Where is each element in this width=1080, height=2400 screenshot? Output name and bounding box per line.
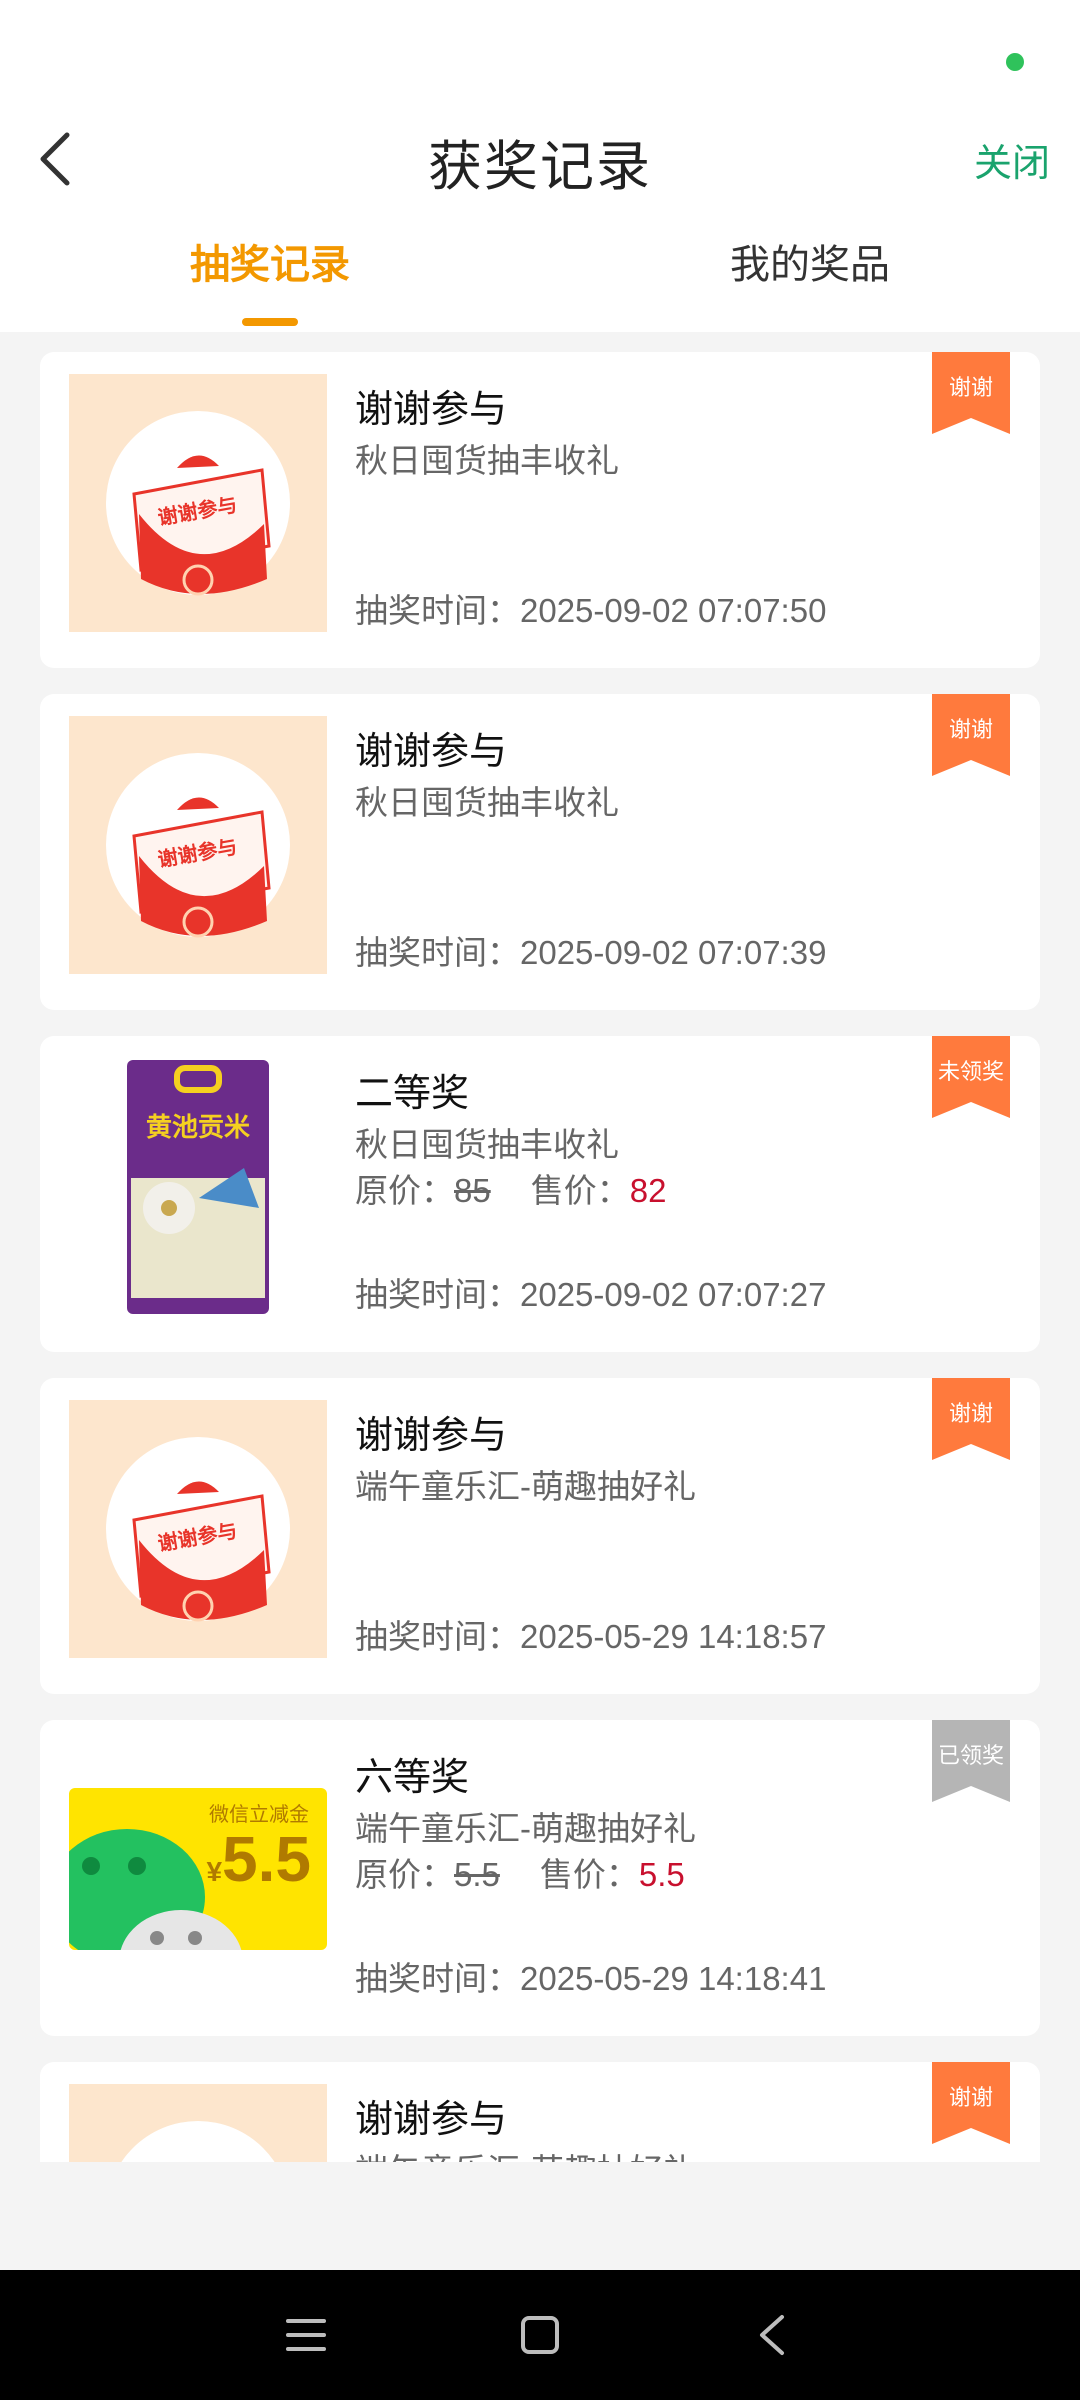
activity-name: 端午童乐汇-萌趣抽好礼: [355, 1810, 696, 1847]
draw-time: 抽奖时间：2025-09-02 07:07:39: [355, 934, 827, 971]
system-nav-bar: [0, 2270, 1080, 2400]
status-badge-label: 谢谢: [948, 717, 993, 742]
close-button[interactable]: 关闭: [974, 132, 1050, 187]
sale-price-label: 售价：: [539, 1856, 639, 1893]
status-badge: 谢谢: [932, 352, 1010, 434]
record-card[interactable]: 谢谢参与 谢谢参与 端午童乐汇-萌趣抽好礼 抽奖时间：2025-05-29 14…: [40, 1378, 1040, 1694]
status-bar: [0, 0, 1080, 110]
original-price-label: 原价：: [355, 1172, 454, 1209]
record-list[interactable]: 谢谢参与 谢谢参与 秋日囤货抽丰收礼 抽奖时间：2025-09-02 07:07…: [0, 332, 1080, 2162]
home-square-icon: [521, 2316, 559, 2354]
home-button[interactable]: [505, 2300, 575, 2370]
sale-price-label: 售价：: [530, 1172, 630, 1209]
status-badge-label: 未领奖: [937, 1059, 1004, 1084]
system-back-button[interactable]: [737, 2300, 807, 2370]
record-card[interactable]: 微信立减金 ¥5.5 六等奖 端午童乐汇-萌趣抽好礼 原价：5.5 售价：5.5 …: [40, 1720, 1040, 2036]
menu-icon: [286, 2319, 326, 2351]
status-badge: 未领奖: [932, 1036, 1010, 1118]
thanks-participation-icon: 谢谢参与: [69, 716, 327, 974]
price-row: 原价：5.5 售价：5.5: [355, 1848, 685, 1896]
rice-bag-image: 黄池贡米: [69, 1058, 327, 1316]
prize-title: 二等奖: [355, 1073, 470, 1115]
draw-time: 抽奖时间：2025-05-29 14:18:57: [355, 1618, 827, 1655]
price-row: 原价：85 售价：82: [355, 1164, 666, 1212]
activity-name: 秋日囤货抽丰收礼: [355, 1126, 619, 1163]
tab-bar: 抽奖记录 我的奖品: [0, 232, 1080, 332]
activity-name: 秋日囤货抽丰收礼: [355, 442, 619, 479]
record-card[interactable]: 谢谢参与 端午童乐汇-萌趣抽好礼 谢谢: [40, 2062, 1040, 2162]
prize-title: 谢谢参与: [355, 2099, 508, 2141]
status-badge: 谢谢: [932, 2062, 1010, 2144]
activity-name: 端午童乐汇-萌趣抽好礼: [355, 1468, 696, 1505]
activity-name: 端午童乐汇-萌趣抽好礼: [355, 2144, 696, 2162]
coupon-amount: ¥5.5: [206, 1823, 311, 1895]
prize-title: 谢谢参与: [355, 1415, 508, 1457]
status-badge-label: 谢谢: [948, 1401, 993, 1426]
record-card[interactable]: 谢谢参与 谢谢参与 秋日囤货抽丰收礼 抽奖时间：2025-09-02 07:07…: [40, 352, 1040, 668]
status-badge: 谢谢: [932, 694, 1010, 776]
sale-price: 5.5: [638, 1856, 685, 1893]
header: 获奖记录 关闭: [0, 110, 1080, 210]
activity-name: 秋日囤货抽丰收礼: [355, 784, 619, 821]
thanks-participation-icon: 谢谢参与: [69, 374, 327, 632]
footer-area: [0, 2162, 1080, 2270]
back-arrow-icon: [760, 2315, 784, 2355]
status-badge-label: 已领奖: [937, 1743, 1004, 1768]
thanks-participation-icon: [69, 2084, 327, 2162]
status-indicator-dot: [1006, 53, 1024, 71]
recent-apps-button[interactable]: [271, 2300, 341, 2370]
prize-title: 六等奖: [355, 1757, 470, 1799]
original-price: 5.5: [454, 1856, 500, 1893]
prize-title: 谢谢参与: [355, 389, 508, 431]
wechat-coupon-image: 微信立减金 ¥5.5: [69, 1742, 327, 2000]
record-card[interactable]: 谢谢参与 谢谢参与 秋日囤货抽丰收礼 抽奖时间：2025-09-02 07:07…: [40, 694, 1040, 1010]
prize-title: 谢谢参与: [355, 731, 508, 773]
status-badge: 已领奖: [932, 1720, 1010, 1802]
coupon-amount-value: 5.5: [222, 1823, 311, 1895]
thanks-participation-icon: 谢谢参与: [69, 1400, 327, 1658]
tab-my-prizes[interactable]: 我的奖品: [540, 232, 1080, 290]
status-badge: 谢谢: [932, 1378, 1010, 1460]
original-price-label: 原价：: [355, 1856, 454, 1893]
tab-draw-records[interactable]: 抽奖记录: [0, 232, 540, 290]
original-price: 85: [454, 1172, 491, 1209]
svg-text:黄池贡米: 黄池贡米: [146, 1113, 250, 1143]
active-tab-indicator: [242, 318, 298, 326]
draw-time: 抽奖时间：2025-09-02 07:07:27: [355, 1276, 827, 1313]
draw-time: 抽奖时间：2025-09-02 07:07:50: [355, 592, 827, 629]
draw-time: 抽奖时间：2025-05-29 14:18:41: [355, 1960, 827, 1997]
record-card[interactable]: 黄池贡米 二等奖 秋日囤货抽丰收礼 原价：85 售价：82 抽奖时间：2025-0…: [40, 1036, 1040, 1352]
page-title: 获奖记录: [428, 137, 652, 197]
sale-price: 82: [629, 1172, 667, 1209]
status-badge-label: 谢谢: [948, 375, 993, 400]
status-badge-label: 谢谢: [948, 2085, 993, 2110]
